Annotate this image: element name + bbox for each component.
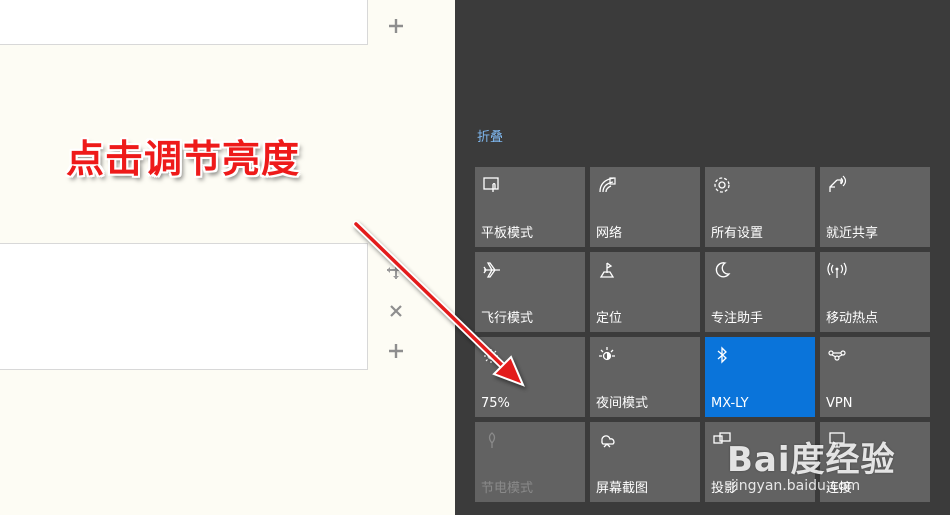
editor-pane: 点击调节亮度 xyxy=(0,0,455,515)
moon-icon xyxy=(715,262,731,278)
plus-icon xyxy=(389,344,403,358)
location-icon xyxy=(599,262,615,278)
quick-action-label: 节电模式 xyxy=(481,481,534,496)
move-icon xyxy=(387,261,405,279)
quick-action-label: MX-LY xyxy=(711,396,749,411)
quick-action-label: 屏幕截图 xyxy=(596,481,649,496)
quick-action-tile[interactable]: MX-LY xyxy=(705,337,815,417)
quick-action-tile[interactable]: 屏幕截图 xyxy=(590,422,700,502)
text-block-middle[interactable] xyxy=(0,243,368,370)
quick-action-tile[interactable]: 定位 xyxy=(590,252,700,332)
quick-action-tile[interactable]: 投影 xyxy=(705,422,815,502)
night-light-icon xyxy=(599,347,615,361)
text-block-top[interactable] xyxy=(0,0,368,45)
quick-action-label: 投影 xyxy=(711,481,738,496)
quick-action-tile[interactable]: 所有设置 xyxy=(705,167,815,247)
airplane-icon xyxy=(483,262,500,278)
quick-action-label: 就近共享 xyxy=(826,226,879,241)
add-block-button-top[interactable] xyxy=(383,13,409,39)
quick-action-tile[interactable]: VPN xyxy=(820,337,930,417)
brightness-icon xyxy=(484,349,498,363)
quick-action-label: 75% xyxy=(481,396,510,411)
network-icon xyxy=(599,177,616,193)
close-icon xyxy=(390,305,402,317)
delete-block-button[interactable] xyxy=(383,298,409,324)
quick-action-tile[interactable]: 夜间模式 xyxy=(590,337,700,417)
plus-icon xyxy=(389,19,403,33)
quick-action-label: 夜间模式 xyxy=(596,396,649,411)
tablet-mode-icon xyxy=(483,177,499,192)
quick-action-label: 网络 xyxy=(596,226,623,241)
quick-action-label: 连接 xyxy=(826,481,853,496)
project-icon xyxy=(713,432,731,444)
quick-action-tile[interactable]: 平板模式 xyxy=(475,167,585,247)
action-center-panel: 折叠 平板模式 网络 所有设置 就近共享飞行模式 定位 专注助手 移动热点 75% 夜间模式 MX… xyxy=(455,0,950,515)
connect-icon xyxy=(829,432,845,448)
quick-action-tile[interactable]: 移动热点 xyxy=(820,252,930,332)
move-block-button[interactable] xyxy=(383,257,409,283)
quick-action-tile[interactable]: 75% xyxy=(475,337,585,417)
screen-snip-icon xyxy=(601,435,615,448)
bluetooth-icon xyxy=(717,346,727,364)
quick-action-tile[interactable]: 专注助手 xyxy=(705,252,815,332)
settings-gear-icon xyxy=(714,177,730,193)
quick-action-tile[interactable]: 飞行模式 xyxy=(475,252,585,332)
quick-action-tile[interactable]: 网络 xyxy=(590,167,700,247)
battery-saver-icon xyxy=(488,432,496,448)
quick-action-label: 所有设置 xyxy=(711,226,764,241)
hotspot-icon xyxy=(827,262,847,278)
vpn-icon xyxy=(828,350,846,361)
quick-action-label: 移动热点 xyxy=(826,311,879,326)
collapse-link[interactable]: 折叠 xyxy=(477,126,503,145)
quick-action-tile[interactable]: 连接 xyxy=(820,422,930,502)
quick-action-tile[interactable]: 就近共享 xyxy=(820,167,930,247)
nearby-share-icon xyxy=(829,175,847,192)
quick-action-tile: 节电模式 xyxy=(475,422,585,502)
annotation-caption: 点击调节亮度 xyxy=(66,137,301,181)
quick-action-label: 定位 xyxy=(596,311,623,326)
add-block-button-bottom[interactable] xyxy=(383,338,409,364)
quick-action-label: 飞行模式 xyxy=(481,311,534,326)
quick-action-label: VPN xyxy=(826,396,853,411)
quick-action-label: 专注助手 xyxy=(711,311,764,326)
quick-action-label: 平板模式 xyxy=(481,226,534,241)
